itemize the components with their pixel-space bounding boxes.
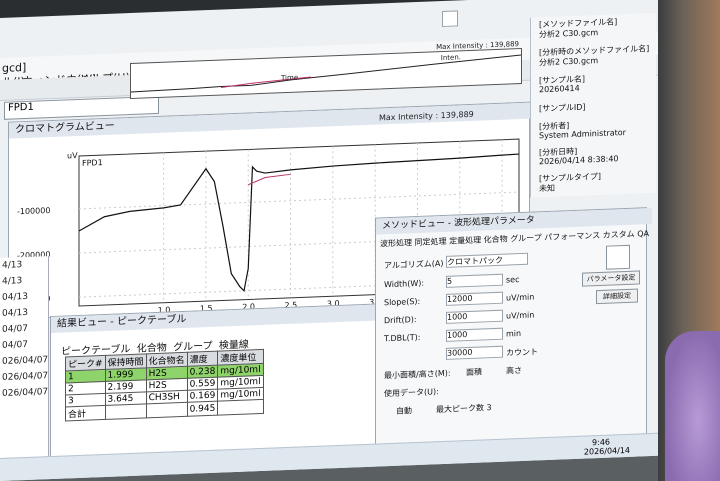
use-data-label: 使用データ(U): — [384, 387, 439, 399]
y-unit-label: uV — [67, 151, 78, 160]
col-peak: ピーク# — [65, 355, 106, 371]
batch-date-item[interactable]: 04/13 — [0, 304, 48, 322]
algorithm-label: アルゴリズム(A) — [384, 258, 444, 271]
algorithm-select[interactable]: クロマトパック — [446, 252, 528, 268]
tab-group[interactable]: グループ — [510, 233, 542, 243]
sample-id-label: [サンプルID] — [539, 102, 586, 114]
gloved-hand — [665, 331, 720, 481]
batch-date-item[interactable]: 026/04/07 — [0, 368, 48, 386]
tab-performance[interactable]: パフォーマンス — [544, 231, 600, 242]
cell-conc: 0.945 — [187, 401, 218, 417]
tab-custom[interactable]: カスタム — [603, 230, 635, 240]
y-tick-label: -100000 — [17, 206, 50, 216]
batch-file: 分析2 C30.gcm — [539, 56, 599, 68]
batch-date-item[interactable]: 04/13 — [0, 288, 48, 306]
drift-field[interactable]: 1000 — [446, 309, 503, 324]
batch-date-list[interactable]: 4/13 4/13 04/13 04/13 04/07 04/07 026/04/07 026… — [0, 256, 49, 478]
cell-time — [105, 403, 147, 420]
sample-name: 20260414 — [539, 83, 580, 95]
analysis-date: 2026/04/14 8:38:40 — [539, 154, 619, 167]
chart-thumbnail-icon[interactable] — [606, 244, 630, 270]
col-name: 化合物名 — [146, 352, 188, 368]
min-area-label: 最小面積/高さ(M): — [384, 368, 451, 381]
detail-settings-button[interactable]: 詳細設定 — [596, 288, 638, 305]
area-radio[interactable]: 面積 — [466, 366, 482, 378]
col-time: 保持時間 — [105, 353, 147, 370]
overview-time-label: Time — [281, 73, 299, 83]
slope-label: Slope(S): — [384, 296, 421, 308]
tab-quantitation[interactable]: 定量処理 — [449, 236, 481, 246]
param-settings-button[interactable]: パラメータ設定 — [582, 270, 640, 287]
method-file: 分析2 C30.gcm — [539, 28, 599, 40]
batch-date-item[interactable]: 026/04/07 — [0, 352, 48, 370]
col-unit: 濃度単位 — [217, 349, 264, 366]
tab-identification[interactable]: 同定処理 — [415, 237, 447, 247]
detector-label: FPD1 — [82, 158, 103, 168]
batch-date-item[interactable]: 026/04/07 — [0, 384, 48, 402]
zoom-icon[interactable] — [442, 10, 458, 28]
peak-table[interactable]: ピーク# 保持時間 化合物名 濃度 濃度単位 1 1.999 H2S 0.238… — [65, 349, 264, 422]
tdbl-field[interactable]: 1000 — [446, 327, 503, 342]
tdbl-unit: min — [506, 328, 522, 339]
auto-checkbox[interactable]: 自動 — [396, 405, 412, 417]
count-unit: カウント — [506, 347, 538, 358]
height-radio[interactable]: 高さ — [506, 365, 522, 377]
col-conc: 濃度 — [187, 351, 218, 367]
width-field[interactable]: 5 — [446, 273, 503, 288]
drift-unit: uV/min — [506, 310, 535, 321]
cell-unit — [217, 399, 264, 416]
screen: gcd] ル(I) ウィンドウ(W) ヘルプ(H) FPD1 Max Inten… — [0, 0, 660, 481]
analyst: System Administrator — [539, 127, 626, 141]
slope-field[interactable]: 12000 — [446, 291, 503, 306]
cell-num: 合計 — [65, 405, 106, 421]
cell-name — [146, 402, 188, 418]
sample-type: 未知 — [539, 183, 555, 194]
batch-date-item[interactable]: 4/13 — [0, 256, 48, 274]
tab-qa[interactable]: QA — [637, 229, 649, 238]
batch-date-item[interactable]: 04/07 — [0, 320, 48, 338]
batch-date-item[interactable]: 04/07 — [0, 336, 48, 354]
overview-trace — [130, 54, 522, 93]
tab-compound[interactable]: 化合物 — [484, 234, 508, 244]
method-view: メソッドビュー - 波形処理パラメータ 波形処理 同定処理 定量処理 化合物 グ… — [375, 207, 652, 450]
overview-inten-label: Inten. — [440, 53, 461, 63]
batch-date-item[interactable]: 4/13 — [0, 272, 48, 290]
max-peaks-checkbox[interactable]: 最大ピーク数 3 — [436, 402, 492, 415]
count-field[interactable]: 30000 — [446, 345, 503, 360]
tdbl-label: T.DBL(T): — [384, 332, 421, 344]
width-label: Width(W): — [384, 278, 425, 290]
drift-label: Drift(D): — [384, 314, 417, 326]
slope-unit: uV/min — [506, 292, 535, 303]
tab-peak-processing[interactable]: 波形処理 — [380, 238, 412, 248]
taskbar-date: 2026/04/14 — [583, 445, 630, 457]
sample-info-panel: [メソッドファイル名] 分析2 C30.gcm [分析時のメソッドファイル名] … — [530, 12, 656, 198]
width-unit: sec — [506, 275, 520, 285]
